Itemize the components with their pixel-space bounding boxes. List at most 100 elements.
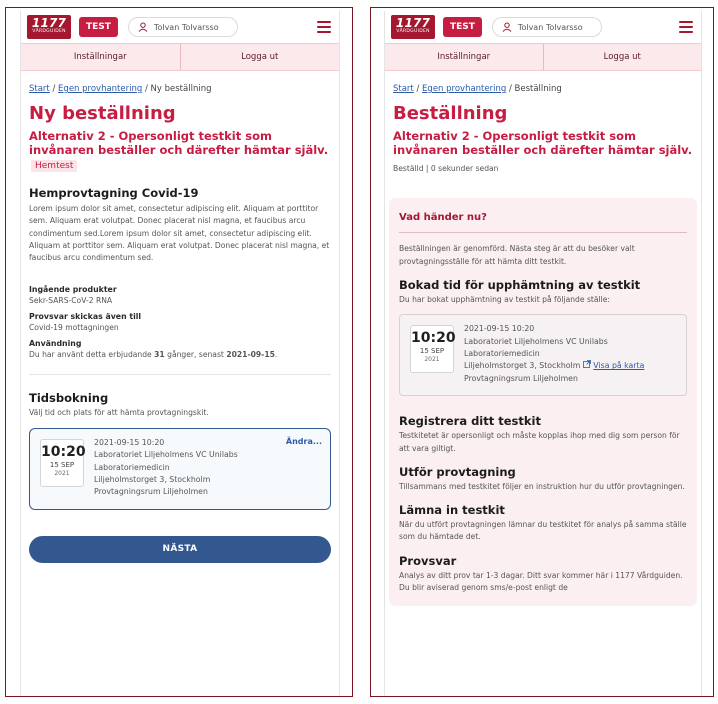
change-booking-link[interactable]: Ändra... xyxy=(286,437,322,446)
products-value: Sekr-SARS-CoV-2 RNA xyxy=(29,296,113,306)
breadcrumb-self-service[interactable]: Egen provhantering xyxy=(58,84,142,94)
map-link[interactable]: Visa på karta xyxy=(582,360,645,371)
what-next-text: Beställningen är genomförd. Nästa steg ä… xyxy=(399,244,635,266)
user-name: Tolvan Tolvarsso xyxy=(153,22,219,32)
booking-card[interactable]: 10:20 15 SEP 2021 2021-09-15 10:20 Labor… xyxy=(29,427,331,510)
date-box: 10:20 15 SEP 2021 xyxy=(40,438,86,487)
right-screenshot-frame: 1177 VÅRDGUIDEN TEST Tolvan Tolvarsso In… xyxy=(370,7,714,697)
booking-lab: Laboratoriet Liljeholmens VC Unilabs xyxy=(464,336,608,346)
logo-number: 1177 xyxy=(395,16,431,30)
order-confirmation-screen: 1177 VÅRDGUIDEN TEST Tolvan Tolvarsso In… xyxy=(384,11,702,696)
order-status: Beställd | 0 sekunder sedan xyxy=(393,164,499,173)
external-link-icon xyxy=(582,360,591,369)
top-header: 1177 VÅRDGUIDEN TEST Tolvan Tolvarsso xyxy=(21,11,339,43)
menu-icon[interactable] xyxy=(317,18,331,36)
breadcrumb-start[interactable]: Start xyxy=(393,84,414,94)
divider xyxy=(29,374,331,376)
register-title: Registrera ditt testkit xyxy=(399,414,541,429)
section-title: Hemprovtagning Covid-19 xyxy=(29,186,199,200)
map-link-label: Visa på karta xyxy=(593,361,645,371)
booked-text: Du har bokat upphämtning av testkit på f… xyxy=(399,294,610,304)
logo-1177[interactable]: 1177 VÅRDGUIDEN xyxy=(27,15,71,39)
usage-count: 31 xyxy=(154,350,165,360)
logout-link[interactable]: Logga ut xyxy=(179,44,340,70)
user-name: Tolvan Tolvarsso xyxy=(517,22,583,32)
usage-text: gånger, senast xyxy=(164,350,227,360)
breadcrumb: Start / Egen provhantering / Beställning xyxy=(393,84,693,94)
page-title: Beställning xyxy=(393,103,508,124)
usage-label: Användning xyxy=(29,339,82,349)
booking-day-month: 15 SEP xyxy=(49,460,75,469)
description-text: Lorem ipsum dolor sit amet, consectetur … xyxy=(29,204,330,263)
usage-text: Du har använt detta erbjudande xyxy=(29,350,155,360)
booking-time: 10:20 xyxy=(411,330,456,347)
result-text: Analys av ditt prov tar 1-3 dagar. Ditt … xyxy=(399,570,683,592)
page-title: Ny beställning xyxy=(29,103,176,124)
booking-title: Tidsbokning xyxy=(29,391,109,406)
booking-description: Välj tid och plats för att hämta provtag… xyxy=(29,408,209,418)
logo-subtitle: VÅRDGUIDEN xyxy=(396,29,430,34)
settings-link[interactable]: Inställningar xyxy=(385,44,543,70)
booking-address-row: Liljeholmstorget 3, Stockholm Visa på ka… xyxy=(464,360,644,372)
logout-link[interactable]: Logga ut xyxy=(542,44,702,70)
booked-card: 10:20 15 SEP 2021 2021-09-15 10:20 Labor… xyxy=(399,314,687,397)
booking-year: 2021 xyxy=(54,469,70,477)
panel-divider xyxy=(399,232,687,234)
settings-link[interactable]: Inställningar xyxy=(21,44,180,70)
product-details: Ingående produkter Sekr-SARS-CoV-2 RNA P… xyxy=(29,284,331,360)
next-button[interactable]: NÄSTA xyxy=(29,535,331,563)
usage-date: 2021-09-15 xyxy=(226,350,275,360)
test-badge: TEST xyxy=(443,17,482,37)
breadcrumb-start[interactable]: Start xyxy=(29,84,50,94)
booking-info: 2021-09-15 10:20 Laboratoriet Liljeholme… xyxy=(464,323,644,385)
booking-day-month: 15 SEP xyxy=(419,347,445,356)
new-order-screen: 1177 VÅRDGUIDEN TEST Tolvan Tolvarsso In… xyxy=(20,11,340,696)
booking-lab: Laboratoriet Liljeholmens VC Unilabs xyxy=(94,450,238,460)
result-title: Provsvar xyxy=(399,553,457,568)
perform-text: Tillsammans med testkitet följer en inst… xyxy=(399,481,685,491)
usage-value: Du har använt detta erbjudande 31 gånger… xyxy=(29,349,331,360)
logo-number: 1177 xyxy=(31,16,67,30)
sub-navigation: Inställningar Logga ut xyxy=(21,43,339,71)
submit-text: När du utfört provtagningen lämnar du te… xyxy=(399,520,687,542)
what-next-panel: Vad händer nu? Beställningen är genomför… xyxy=(389,198,697,607)
page-subtitle: Alternativ 2 - Opersonligt testkit som i… xyxy=(393,129,693,157)
booking-datetime: 2021-09-15 10:20 xyxy=(94,437,165,447)
booked-title: Bokad tid för upphämtning av testkit xyxy=(399,277,641,292)
breadcrumb-self-service[interactable]: Egen provhantering xyxy=(422,84,506,94)
date-box: 10:20 15 SEP 2021 xyxy=(410,325,456,374)
user-pill[interactable]: Tolvan Tolvarsso xyxy=(127,17,238,37)
booking-datetime: 2021-09-15 10:20 xyxy=(464,324,535,334)
subtitle-text: Alternativ 2 - Opersonligt testkit som i… xyxy=(29,129,329,157)
test-badge: TEST xyxy=(79,17,118,37)
user-pill[interactable]: Tolvan Tolvarsso xyxy=(491,17,602,37)
logo-subtitle: VÅRDGUIDEN xyxy=(32,29,66,34)
breadcrumb-separator: / xyxy=(144,84,148,94)
main-content: Start / Egen provhantering / Ny beställn… xyxy=(21,84,339,563)
main-content: Start / Egen provhantering / Beställning… xyxy=(385,84,701,607)
top-header: 1177 VÅRDGUIDEN TEST Tolvan Tolvarsso xyxy=(385,11,701,43)
booking-room: Provtagningsrum Liljeholmen xyxy=(464,373,578,383)
booking-dept: Laboratoriemedicin xyxy=(464,349,540,358)
breadcrumb-separator: / xyxy=(508,84,512,94)
booking-dept: Laboratoriemedicin xyxy=(94,462,170,472)
products-label: Ingående produkter xyxy=(29,285,117,295)
booking-time: 10:20 xyxy=(41,443,86,460)
reply-label: Provsvar skickas även till xyxy=(29,312,142,322)
submit-title: Lämna in testkit xyxy=(399,503,505,518)
breadcrumb-current: Beställning xyxy=(514,84,562,94)
user-icon xyxy=(138,22,148,32)
page-subtitle: Alternativ 2 - Opersonligt testkit som i… xyxy=(29,129,331,173)
booking-room: Provtagningsrum Liljeholmen xyxy=(94,487,208,497)
user-icon xyxy=(502,22,512,32)
reply-value: Covid-19 mottagningen xyxy=(29,323,119,333)
register-text: Testkitetet är opersonligt och måste kop… xyxy=(399,431,680,453)
booking-info: 2021-09-15 10:20 Laboratoriet Liljeholme… xyxy=(94,437,238,499)
menu-icon[interactable] xyxy=(679,18,693,36)
booking-address: Liljeholmstorget 3, Stockholm xyxy=(94,475,211,484)
perform-title: Utför provtagning xyxy=(399,464,516,479)
logo-1177[interactable]: 1177 VÅRDGUIDEN xyxy=(391,15,435,39)
hemtest-tag: Hemtest xyxy=(31,160,78,172)
booking-year: 2021 xyxy=(424,356,440,364)
usage-text: . xyxy=(274,350,278,360)
